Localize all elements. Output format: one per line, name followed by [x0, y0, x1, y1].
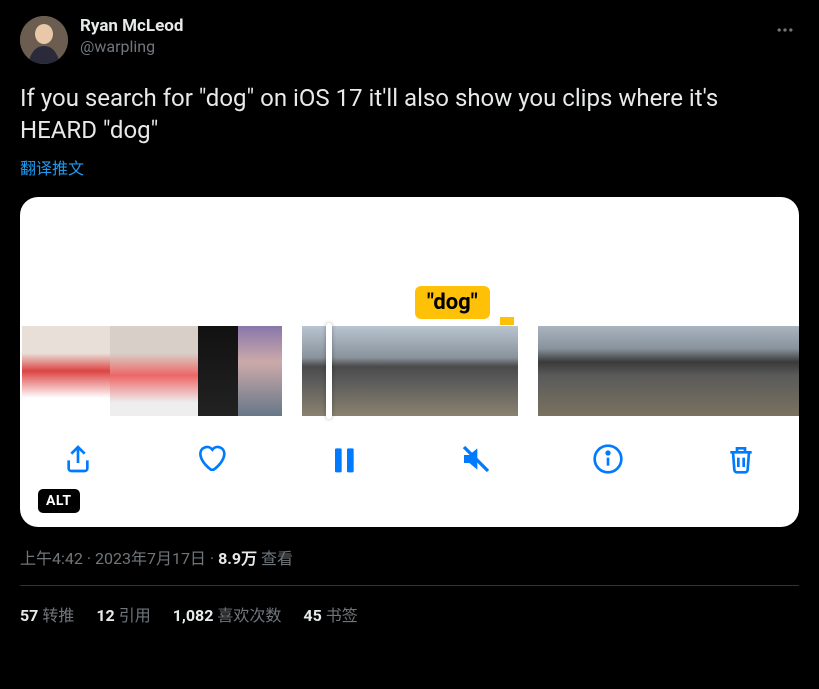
media-toolbar	[20, 417, 799, 477]
media-top-spacer: "dog"	[20, 197, 799, 325]
tweet-meta: 上午4:42 · 2023年7月17日 · 8.9万 查看	[20, 545, 799, 569]
video-filmstrip[interactable]	[20, 325, 799, 417]
user-handle[interactable]: @warpling	[80, 37, 183, 57]
favorite-button[interactable]	[193, 441, 229, 477]
avatar[interactable]	[20, 16, 68, 64]
tweet-text: If you search for "dog" on iOS 17 it'll …	[20, 82, 799, 147]
retweets-stat[interactable]: 57转推	[20, 602, 74, 626]
info-button[interactable]	[590, 441, 626, 477]
mute-button[interactable]	[458, 441, 494, 477]
translate-link[interactable]: 翻译推文	[20, 155, 799, 179]
more-options-button[interactable]	[771, 16, 799, 49]
video-frame	[538, 326, 582, 416]
video-frame	[758, 326, 799, 416]
share-button[interactable]	[60, 441, 96, 477]
bookmarks-stat[interactable]: 45书签	[303, 602, 357, 626]
likes-stat[interactable]: 1,082喜欢次数	[173, 602, 282, 626]
views-count: 8.9万	[218, 549, 257, 568]
video-frame	[238, 326, 282, 416]
video-frame	[66, 326, 110, 416]
video-clip[interactable]	[302, 326, 518, 416]
delete-button[interactable]	[723, 441, 759, 477]
alt-badge[interactable]: ALT	[38, 489, 80, 513]
display-name[interactable]: Ryan McLeod	[80, 16, 183, 37]
video-frame	[22, 326, 66, 416]
video-frame	[582, 326, 626, 416]
tweet-stats: 57转推 12引用 1,082喜欢次数 45书签	[20, 586, 799, 626]
video-frame	[198, 326, 238, 416]
video-clip[interactable]	[538, 326, 799, 416]
tweet-container: Ryan McLeod @warpling If you search for …	[0, 0, 819, 626]
video-frame	[626, 326, 670, 416]
user-info: Ryan McLeod @warpling	[80, 16, 183, 57]
video-frame	[410, 326, 464, 416]
video-frame	[670, 326, 714, 416]
video-frame	[154, 326, 198, 416]
video-frame	[110, 326, 154, 416]
media-card[interactable]: "dog"	[20, 197, 799, 527]
caption-tick	[500, 317, 514, 325]
tweet-time[interactable]: 上午4:42	[20, 549, 83, 568]
video-frame	[714, 326, 758, 416]
video-frame	[356, 326, 410, 416]
pause-button[interactable]	[325, 441, 361, 477]
tweet-header: Ryan McLeod @warpling	[20, 16, 799, 64]
tweet-date[interactable]: 2023年7月17日	[95, 549, 206, 568]
quotes-stat[interactable]: 12引用	[96, 602, 150, 626]
video-clip[interactable]	[22, 326, 282, 416]
playhead[interactable]	[326, 323, 332, 419]
views-label: 查看	[257, 549, 293, 568]
video-frame	[464, 326, 518, 416]
caption-label: "dog"	[415, 286, 490, 319]
